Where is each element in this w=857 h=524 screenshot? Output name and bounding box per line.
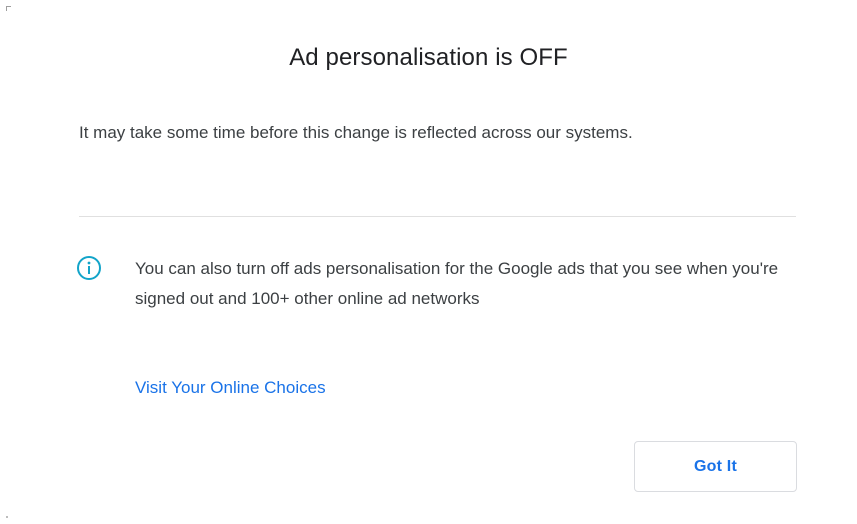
dialog-message: It may take some time before this change… [79,123,633,142]
divider [79,216,796,217]
corner-mark-bottom [6,516,8,518]
ad-personalisation-dialog: Ad personalisation is OFF It may take so… [0,0,857,524]
info-icon [76,255,102,281]
corner-mark [6,6,11,11]
info-text: You can also turn off ads personalisatio… [135,259,779,308]
visit-your-online-choices-link[interactable]: Visit Your Online Choices [135,374,326,402]
got-it-button[interactable]: Got It [634,441,797,492]
dialog-title: Ad personalisation is OFF [289,44,568,71]
